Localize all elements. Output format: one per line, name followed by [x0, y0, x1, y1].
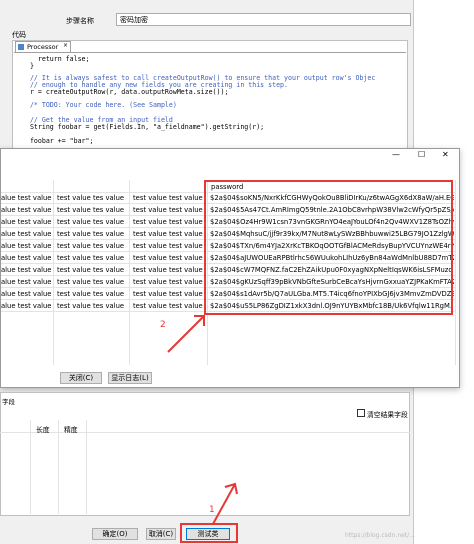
maximize-icon[interactable]: ☐	[418, 150, 425, 159]
grid-vline	[86, 420, 87, 514]
table-cell: test value tes value	[57, 302, 125, 310]
cancel-button[interactable]: 取消(C)	[146, 528, 176, 540]
table-cell: test value tes value	[57, 218, 125, 226]
test-class-button[interactable]: 测试类	[186, 528, 230, 540]
table-cell: test value test value	[133, 230, 203, 238]
table-cell: test value tes value	[57, 242, 125, 250]
show-log-button[interactable]: 显示日志(L)	[108, 372, 152, 384]
table-cell: test value test value	[133, 194, 203, 202]
tab-label: Processor	[27, 43, 59, 51]
grid-vline	[30, 420, 31, 514]
table-cell: test value tes value	[57, 290, 125, 298]
table-cell: test value tes value	[57, 230, 125, 238]
table-cell: test value tes value	[57, 206, 125, 214]
table-cell: test value test value	[133, 290, 203, 298]
close-icon[interactable]: ✕	[442, 150, 449, 159]
table-cell: test value tes value	[57, 278, 125, 286]
code-line: String foobar = get(Fields.In, "a_fieldn…	[22, 123, 265, 131]
code-line: }	[22, 62, 34, 70]
clear-result-label: 清空结果字段	[367, 411, 408, 419]
code-line: /* TODO: Your code here. (See Sample)	[22, 101, 177, 109]
table-cell: test value test value	[133, 278, 203, 286]
code-line: r = createOutputRow(r, data.outputRowMet…	[22, 88, 229, 96]
step-name-input[interactable]: 密码加密	[116, 13, 411, 26]
tab-processor[interactable]: Processor ×	[15, 41, 71, 52]
watermark: https://blog.csdn.net/...	[345, 532, 415, 539]
code-editor[interactable]: return false; } // It is always safest t…	[22, 53, 402, 159]
step-name-label: 步骤名称	[66, 17, 94, 25]
annotation-label-1: 1	[209, 505, 215, 515]
annotation-arrow-1	[212, 482, 238, 525]
table-cell: test value test value	[133, 206, 203, 214]
fields-grid-header	[0, 420, 410, 433]
table-cell: test value test value	[133, 266, 203, 274]
code-line: foobar += "bar";	[22, 137, 94, 145]
tab-close-icon[interactable]: ×	[63, 42, 68, 49]
step-name-value: 密码加密	[120, 16, 148, 24]
tab-icon	[18, 44, 24, 50]
column-header-precision: 精度	[64, 426, 78, 434]
table-cell: test value test value	[133, 254, 203, 262]
table-cell: test value test value	[133, 218, 203, 226]
minimize-icon[interactable]: —	[392, 150, 400, 159]
ok-button[interactable]: 确定(O)	[92, 528, 138, 540]
password-highlight-box	[204, 180, 453, 315]
clear-result-checkbox[interactable]	[357, 409, 365, 417]
code-label: 代码	[12, 31, 26, 39]
column-header-length: 长度	[36, 426, 50, 434]
table-cell: test value tes value	[57, 266, 125, 274]
close-button[interactable]: 关闭(C)	[60, 372, 102, 384]
fields-tab[interactable]: 字段	[2, 396, 15, 406]
table-cell: test value tes value	[57, 254, 125, 262]
table-cell: test value tes value	[57, 194, 125, 202]
table-cell: test value test value	[133, 242, 203, 250]
grid-vline	[58, 420, 59, 514]
annotation-arrow-2	[167, 315, 205, 353]
